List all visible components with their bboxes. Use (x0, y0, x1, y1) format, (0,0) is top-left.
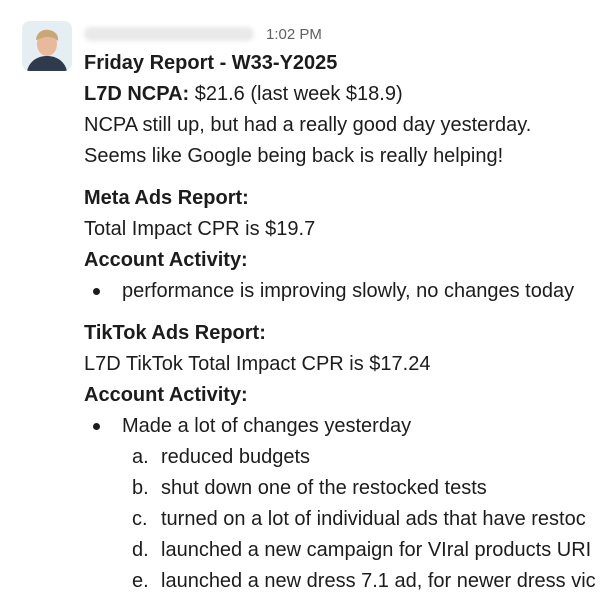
sub-list-item: e. launched a new dress 7.1 ad, for newe… (84, 566, 600, 597)
message-text-line: Seems like Google being back is really h… (84, 145, 504, 167)
list-marker: c. (132, 508, 148, 530)
sub-list-item: b. shut down one of the restocked tests (84, 473, 600, 504)
report-title: Friday Report - W33-Y2025 (84, 52, 338, 74)
ncpa-line: L7D NCPA: $21.6 (last week $18.9) (84, 79, 600, 110)
tiktok-cpr: L7D TikTok Total Impact CPR is $17.24 (84, 353, 431, 375)
sub-list-item-text: reduced budgets (161, 446, 311, 468)
ncpa-value: $21.6 (last week $18.9) (189, 83, 403, 105)
list-item-text: Made a lot of changes yesterday (122, 415, 412, 437)
message-header: 1:02 PM (84, 20, 600, 48)
meta-heading: Meta Ads Report: (84, 187, 249, 209)
ncpa-label: L7D NCPA: (84, 83, 190, 105)
list-marker: b. (132, 477, 149, 499)
list-item: Made a lot of changes yesterday (84, 411, 600, 442)
sub-list-item: c. turned on a lot of individual ads tha… (84, 504, 600, 535)
message-text-line: NCPA still up, but had a really good day… (84, 114, 532, 136)
sub-list-item-text: launched a new campaign for VIral produc… (161, 539, 592, 561)
message-content: 1:02 PM Friday Report - W33-Y2025 L7D NC… (84, 20, 600, 597)
meta-activity-heading: Account Activity: (84, 249, 248, 271)
sub-list-item-text: turned on a lot of individual ads that h… (161, 508, 586, 530)
list-marker: e. (132, 570, 149, 592)
bullet-icon (93, 288, 100, 295)
user-avatar-icon (22, 21, 72, 71)
timestamp[interactable]: 1:02 PM (266, 26, 322, 43)
sub-list-item-text: launched a new dress 7.1 ad, for newer d… (161, 570, 596, 592)
list-item-text: performance is improving slowly, no chan… (122, 280, 575, 302)
sub-list-item-text: shut down one of the restocked tests (161, 477, 487, 499)
sub-list-item: a. reduced budgets (84, 442, 600, 473)
avatar[interactable] (22, 21, 72, 71)
bullet-icon (93, 423, 100, 430)
list-item: performance is improving slowly, no chan… (84, 276, 600, 307)
tiktok-activity-heading: Account Activity: (84, 384, 248, 406)
list-marker: d. (132, 539, 149, 561)
sub-list-item: d. launched a new campaign for VIral pro… (84, 535, 600, 566)
sender-name-redacted[interactable] (84, 27, 254, 41)
tiktok-heading: TikTok Ads Report: (84, 322, 266, 344)
meta-cpr: Total Impact CPR is $19.7 (84, 218, 316, 240)
slack-message: 1:02 PM Friday Report - W33-Y2025 L7D NC… (0, 0, 600, 601)
list-marker: a. (132, 446, 149, 468)
